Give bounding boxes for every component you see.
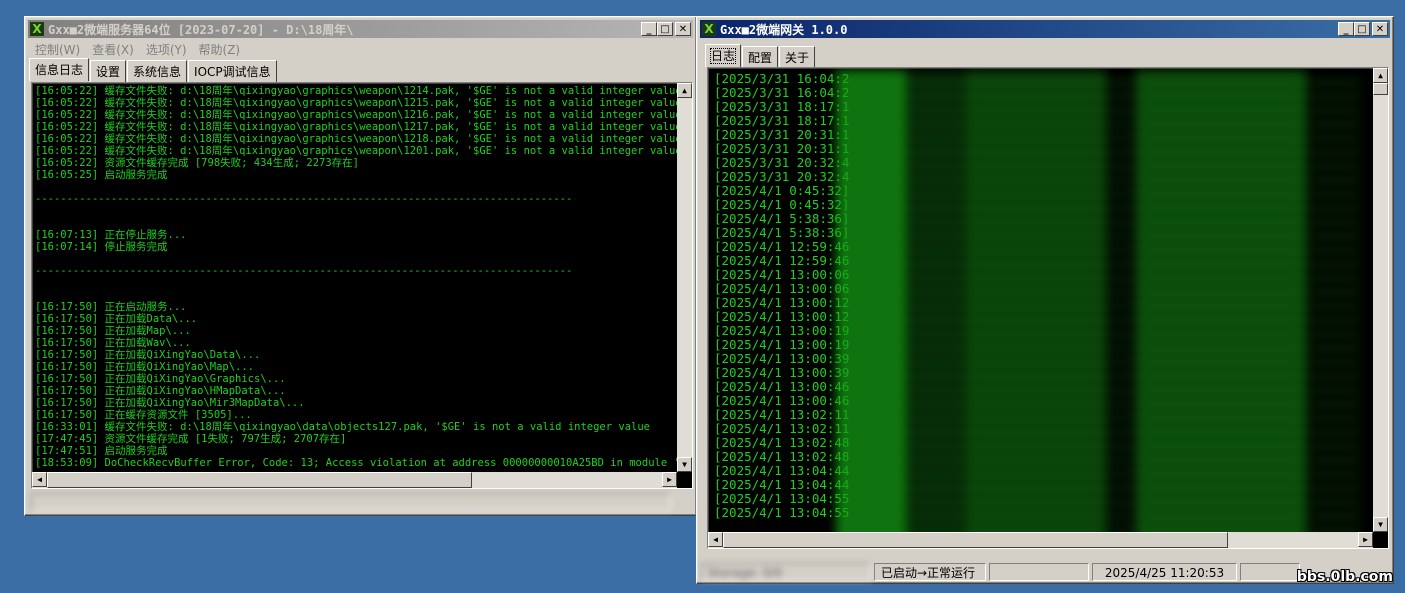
- gateway-window: X Gxx■2微端网关 1.0.0 _ □ ✕ 日志 配置 关于 [2025/3…: [696, 16, 1394, 584]
- menu-view[interactable]: 查看(X): [86, 40, 140, 58]
- gateway-statusbar: Storage: 0/0 已启动→正常运行 2025/4/25 11:20:53: [701, 563, 1300, 581]
- log-line: [16:07:13] 正在停止服务...: [35, 229, 187, 241]
- log-line: [16:05:22] 缓存文件失败: d:\18周年\qixingyao\gra…: [35, 133, 682, 145]
- log-line: [16:05:22] 缓存文件失败: d:\18周年\qixingyao\gra…: [35, 121, 682, 133]
- maximize-button[interactable]: □: [657, 22, 673, 36]
- log-line: [16:17:50] 正在加载Wav\...: [35, 337, 191, 349]
- log-line: [16:17:50] 正在加载QiXingYao\Map\...: [35, 361, 255, 373]
- tab-log[interactable]: 日志: [705, 44, 742, 67]
- gateway-log-console[interactable]: [2025/3/31 16:04:2 [2025/3/31 16:04:2 [202…: [707, 67, 1389, 549]
- close-button[interactable]: ✕: [675, 22, 691, 36]
- minimize-button[interactable]: _: [641, 22, 657, 36]
- server-tabs: 信息日志 设置 系统信息 IOCP调试信息: [29, 58, 278, 83]
- scroll-down-arrow-icon[interactable]: ▼: [677, 457, 692, 472]
- tab-config[interactable]: 配置: [742, 46, 779, 69]
- watermark: bbs.0lb.com: [1297, 569, 1393, 585]
- log-line: [16:17:50] 正在缓存资源文件 [3505]...: [35, 409, 252, 421]
- server-titlebar[interactable]: X Gxx■2微端服务器64位 [2023-07-20] - D:\18周年\ …: [28, 20, 693, 38]
- vertical-scroll-thumb[interactable]: [1373, 83, 1388, 95]
- log-line: [16:05:22] 缓存文件失败: d:\18周年\qixingyao\gra…: [35, 109, 682, 121]
- log-line: [16:07:14] 停止服务完成: [35, 241, 168, 253]
- log-line: [16:05:22] 资源文件缓存完成 [798失败; 434生成; 2273存…: [35, 157, 360, 169]
- watermark-url: bbs.0lb.com: [1296, 569, 1393, 585]
- gateway-status-empty: [989, 563, 1089, 581]
- gateway-status-state: 已启动→正常运行: [874, 563, 986, 581]
- server-status-blurred: [31, 493, 671, 511]
- log-line: [16:17:50] 正在加载QiXingYao\HMapData\...: [35, 385, 286, 397]
- server-title: Gxx■2微端服务器64位 [2023-07-20] - D:\18周年\: [48, 22, 354, 37]
- log-line: [16:17:50] 正在加载Data\...: [35, 313, 198, 325]
- log-line: [18:53:09] DoCheckRecvBuffer Error, Code…: [35, 457, 693, 469]
- log-line: [16:05:22] 缓存文件失败: d:\18周年\qixingyao\gra…: [35, 85, 682, 97]
- server-log-console[interactable]: [16:05:22] 缓存文件失败: d:\18周年\qixingyao\gra…: [31, 82, 693, 489]
- gateway-vertical-scrollbar[interactable]: ▲ ▼: [1373, 68, 1388, 532]
- gateway-redacted-content: [836, 70, 1361, 546]
- log-line: ----------------------------------------…: [35, 193, 573, 205]
- scroll-up-arrow-icon[interactable]: ▲: [677, 83, 692, 98]
- gateway-title: Gxx■2微端网关 1.0.0: [720, 22, 848, 37]
- gateway-status-datetime: 2025/4/25 11:20:53: [1092, 563, 1237, 581]
- scroll-right-arrow-icon[interactable]: ▶: [1358, 532, 1373, 547]
- log-line: [17:47:45] 资源文件缓存完成 [1失败; 797生成; 2707存在]: [35, 433, 347, 445]
- minimize-button[interactable]: _: [1338, 22, 1354, 36]
- log-line: [17:47:51] 启动服务完成: [35, 445, 168, 457]
- server-menubar: 控制(W) 查看(X) 选项(Y) 帮助(Z): [29, 40, 246, 58]
- close-button[interactable]: ✕: [1372, 22, 1388, 36]
- log-line: [16:17:50] 正在启动服务...: [35, 301, 187, 313]
- tab-settings[interactable]: 设置: [90, 60, 127, 83]
- app-logo-icon: X: [702, 22, 716, 36]
- maximize-button[interactable]: □: [1354, 22, 1370, 36]
- gateway-status-extra: [1240, 563, 1300, 581]
- scroll-right-arrow-icon[interactable]: ▶: [662, 472, 677, 487]
- menu-options[interactable]: 选项(Y): [140, 40, 193, 58]
- tab-info-log[interactable]: 信息日志: [29, 58, 90, 81]
- server-vertical-scrollbar[interactable]: ▲ ▼: [677, 83, 692, 472]
- horizontal-scroll-thumb[interactable]: [47, 472, 472, 488]
- scroll-down-arrow-icon[interactable]: ▼: [1373, 517, 1388, 532]
- scroll-left-arrow-icon[interactable]: ◀: [32, 472, 47, 487]
- gateway-titlebar[interactable]: X Gxx■2微端网关 1.0.0 _ □ ✕: [700, 20, 1390, 38]
- log-line: [16:33:01] 缓存文件失败: d:\18周年\qixingyao\dat…: [35, 421, 651, 433]
- tab-about[interactable]: 关于: [779, 46, 816, 69]
- log-line: [16:05:22] 缓存文件失败: d:\18周年\qixingyao\gra…: [35, 97, 682, 109]
- horizontal-scroll-thumb[interactable]: [723, 532, 1228, 548]
- log-line: [16:17:50] 正在加载QiXingYao\Data\...: [35, 349, 261, 361]
- gateway-tabs: 日志 配置 关于: [705, 44, 816, 69]
- server-log-list: [16:05:22] 缓存文件失败: d:\18周年\qixingyao\gra…: [35, 85, 693, 469]
- menu-control[interactable]: 控制(W): [29, 40, 86, 58]
- tab-system-info[interactable]: 系统信息: [127, 60, 188, 83]
- log-line: [16:05:22] 缓存文件失败: d:\18周年\qixingyao\gra…: [35, 145, 682, 157]
- menu-help[interactable]: 帮助(Z): [193, 40, 247, 58]
- gateway-status-blurred: Storage: 0/0: [701, 563, 871, 581]
- log-line: ----------------------------------------…: [35, 265, 573, 277]
- server-window: X Gxx■2微端服务器64位 [2023-07-20] - D:\18周年\ …: [24, 16, 697, 516]
- scroll-up-arrow-icon[interactable]: ▲: [1373, 68, 1388, 83]
- scroll-left-arrow-icon[interactable]: ◀: [708, 532, 723, 547]
- log-line: [16:05:25] 启动服务完成: [35, 169, 168, 181]
- tab-iocp-debug[interactable]: IOCP调试信息: [188, 60, 277, 83]
- app-logo-icon: X: [30, 22, 44, 36]
- log-line: [16:17:50] 正在加载QiXingYao\Mir3MapData\...: [35, 397, 305, 409]
- gateway-horizontal-scrollbar[interactable]: ◀ ▶: [708, 532, 1373, 548]
- server-statusbar: [31, 493, 671, 511]
- server-horizontal-scrollbar[interactable]: ◀ ▶: [32, 472, 677, 488]
- log-line: [16:17:50] 正在加载Map\...: [35, 325, 191, 337]
- log-line: [16:17:50] 正在加载QiXingYao\Graphics\...: [35, 373, 286, 385]
